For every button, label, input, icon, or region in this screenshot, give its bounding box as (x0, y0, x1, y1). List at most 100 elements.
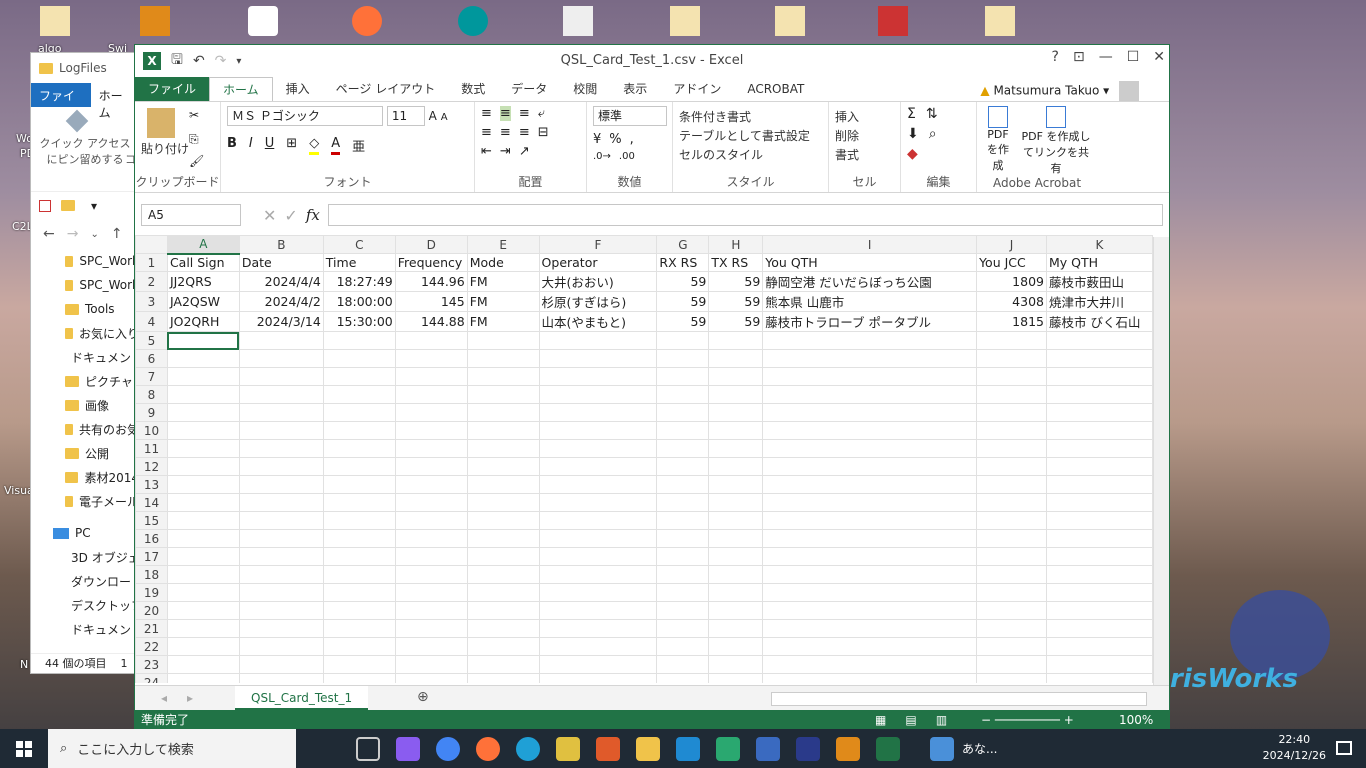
cell[interactable] (394, 403, 468, 422)
cell[interactable] (466, 421, 540, 440)
cell[interactable] (166, 331, 240, 350)
cell[interactable] (1045, 493, 1153, 512)
wrap-text-icon[interactable]: ⤶ (538, 106, 545, 121)
cell[interactable] (656, 331, 710, 350)
cell[interactable] (976, 547, 1047, 566)
autosum-icon[interactable]: Σ (907, 106, 916, 122)
merge-icon[interactable]: ⊟ (538, 125, 549, 140)
tree-item[interactable]: お気に入り (65, 321, 139, 345)
cell[interactable]: 144.88 (394, 311, 468, 332)
cell[interactable] (762, 421, 978, 440)
underline-icon[interactable]: U (265, 136, 275, 155)
chrome-icon[interactable] (436, 736, 460, 761)
cell[interactable] (466, 367, 540, 386)
tree-item[interactable]: デスクトップ (65, 593, 139, 617)
create-pdf-share-button[interactable]: PDF を作成し てリンクを共有 (1021, 106, 1091, 176)
taskbar-search[interactable]: ⌕ ここに入力して検索 (48, 729, 296, 768)
cell[interactable] (166, 673, 240, 683)
cell[interactable] (322, 493, 396, 512)
cell[interactable]: Call Sign (166, 253, 240, 272)
cell[interactable] (656, 349, 710, 368)
next-sheet-icon[interactable]: ▸ (187, 691, 193, 705)
cell[interactable] (394, 457, 468, 476)
cell[interactable] (708, 349, 764, 368)
cell[interactable]: 59 (708, 291, 764, 312)
cell[interactable] (976, 583, 1047, 602)
cell[interactable] (1045, 547, 1153, 566)
cell[interactable]: RX RS (656, 253, 710, 272)
desktop-file-icon[interactable] (775, 6, 805, 36)
start-icon[interactable] (16, 741, 32, 757)
cell[interactable] (708, 367, 764, 386)
cell[interactable] (656, 403, 710, 422)
row-header[interactable]: 3 (135, 291, 168, 312)
tree-item[interactable]: SPC_Work (65, 273, 139, 297)
tree-item[interactable]: Tools (65, 297, 139, 321)
cell[interactable] (538, 547, 658, 566)
cell[interactable] (538, 601, 658, 620)
number-format-select[interactable]: 標準 (593, 106, 667, 126)
indent-increase-icon[interactable]: ⇥ (500, 144, 511, 159)
cell[interactable]: 59 (656, 311, 710, 332)
cell[interactable] (708, 601, 764, 620)
cell[interactable] (762, 475, 978, 494)
up-icon[interactable]: ↑ (111, 226, 123, 242)
row-header[interactable]: 5 (135, 331, 168, 350)
row-header[interactable]: 21 (135, 619, 168, 638)
tree-item[interactable]: 3D オブジェ (65, 545, 139, 569)
cell[interactable] (976, 403, 1047, 422)
cell[interactable] (762, 349, 978, 368)
cell[interactable] (762, 403, 978, 422)
phonetic-icon[interactable]: 亜 (352, 136, 365, 155)
cut-icon[interactable]: ✂ (189, 108, 199, 122)
cell[interactable] (538, 349, 658, 368)
app-icon[interactable] (796, 736, 820, 761)
cell[interactable] (656, 601, 710, 620)
cell[interactable] (976, 655, 1047, 674)
zoom-level[interactable]: 100% (1119, 710, 1153, 730)
row-header[interactable]: 11 (135, 439, 168, 458)
cell[interactable] (708, 331, 764, 350)
cell[interactable] (656, 529, 710, 548)
tab-addins[interactable]: アドイン (660, 77, 734, 101)
cell[interactable]: 4308 (976, 291, 1047, 312)
cell[interactable] (538, 637, 658, 656)
cell[interactable] (1045, 331, 1153, 350)
cell[interactable] (466, 619, 540, 638)
row-header[interactable]: 18 (135, 565, 168, 584)
find-icon[interactable]: ⌕ (929, 126, 937, 142)
cell[interactable] (656, 637, 710, 656)
cell[interactable] (708, 529, 764, 548)
cell[interactable] (394, 385, 468, 404)
enter-icon[interactable]: ✓ (284, 206, 297, 225)
cell[interactable] (166, 403, 240, 422)
cell[interactable] (166, 529, 240, 548)
cell[interactable] (656, 439, 710, 458)
cancel-icon[interactable]: ✕ (263, 206, 276, 225)
cell[interactable] (394, 547, 468, 566)
format-as-table-button[interactable]: テーブルとして書式設定 (679, 127, 822, 144)
cell[interactable] (238, 673, 324, 683)
cell[interactable] (322, 475, 396, 494)
cell[interactable] (394, 655, 468, 674)
bold-icon[interactable]: B (227, 136, 237, 155)
cell[interactable]: FM (466, 291, 540, 312)
maximize-button[interactable]: ☐ (1127, 49, 1140, 65)
cell[interactable] (238, 529, 324, 548)
cell[interactable]: Date (238, 253, 324, 272)
cell[interactable] (238, 511, 324, 530)
user-account[interactable]: ▲ Matsumura Takuo ▾ (980, 81, 1139, 101)
cell[interactable] (166, 349, 240, 368)
cell[interactable] (466, 475, 540, 494)
cell[interactable] (708, 403, 764, 422)
cell[interactable] (238, 601, 324, 620)
desktop-app-icon[interactable] (140, 6, 170, 36)
cell[interactable] (708, 457, 764, 476)
name-box[interactable]: A5 (141, 204, 241, 226)
cell[interactable] (762, 457, 978, 476)
view-buttons[interactable]: ▦ ▤ ▥ (875, 710, 947, 730)
cell[interactable] (1045, 619, 1153, 638)
cell[interactable] (166, 367, 240, 386)
row-header[interactable]: 10 (135, 421, 168, 440)
cell[interactable]: Frequency (394, 253, 468, 272)
